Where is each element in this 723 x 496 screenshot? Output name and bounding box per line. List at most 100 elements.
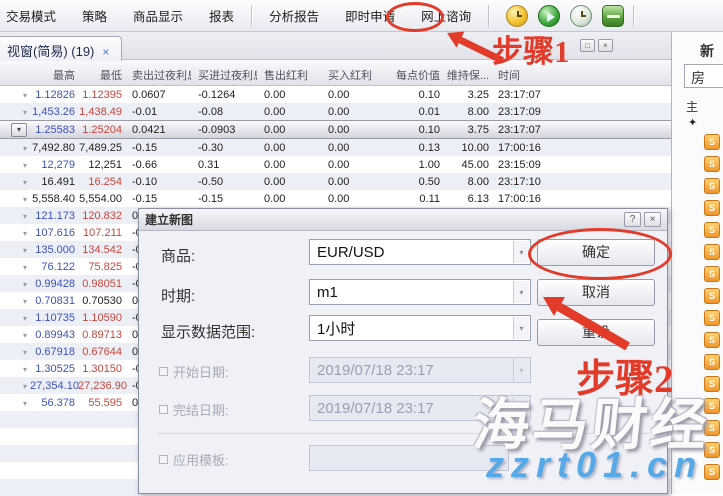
chevron-down-icon[interactable]: ▾: [23, 246, 27, 255]
chevron-down-icon[interactable]: ▾: [23, 399, 27, 408]
table-row[interactable]: ▾1.255831.252040.0421-0.09030.000.000.10…: [0, 120, 671, 139]
chevron-down-icon[interactable]: ▾: [23, 108, 27, 117]
menu-item-1[interactable]: 交易模式: [0, 0, 69, 32]
column-header[interactable]: 最低: [78, 60, 125, 85]
column-header[interactable]: 售出红利: [257, 60, 321, 85]
end-date-checkbox[interactable]: [159, 405, 168, 414]
feed-badge-icon[interactable]: S: [704, 244, 720, 260]
feed-badge-icon[interactable]: S: [704, 442, 720, 458]
table-row[interactable]: ▾5,558.405,554.00-0.15-0.150.000.000.116…: [0, 190, 671, 207]
tab-quote-window[interactable]: 视窗(简易) (19)×: [0, 36, 122, 61]
chevron-down-icon[interactable]: ▾: [513, 317, 529, 339]
feed-badge-icon[interactable]: S: [704, 156, 720, 172]
menu-item-2[interactable]: 策略: [69, 0, 120, 32]
restore-window-button[interactable]: □: [580, 39, 595, 52]
history-clock-icon[interactable]: [570, 5, 592, 27]
side-panel-field[interactable]: 房: [684, 64, 723, 88]
chevron-down-icon[interactable]: ▾: [23, 178, 27, 187]
column-header[interactable]: 买入红利: [321, 60, 387, 85]
feed-badge-icon[interactable]: S: [704, 266, 720, 282]
feed-badge-icon[interactable]: S: [704, 178, 720, 194]
chevron-down-icon[interactable]: ▾: [513, 281, 529, 303]
cell-swap-buy: -0.0903: [191, 124, 257, 136]
chevron-down-icon[interactable]: ▾: [23, 280, 27, 289]
feed-badge-icon[interactable]: S: [704, 134, 720, 150]
chevron-down-icon[interactable]: ▾: [23, 195, 27, 204]
chevron-down-icon[interactable]: ▾: [23, 144, 27, 153]
table-row[interactable]: ▾16.49116.254-0.10-0.500.000.000.508.002…: [0, 173, 671, 190]
table-row[interactable]: ▾7,492.807,489.25-0.15-0.300.000.000.131…: [0, 139, 671, 156]
chevron-down-icon[interactable]: ▾: [23, 161, 27, 170]
printer-icon[interactable]: [602, 5, 624, 27]
column-header[interactable]: 最高: [30, 60, 78, 85]
range-select[interactable]: 1小时 ▾: [309, 315, 531, 341]
step2-circle-annotation: [528, 228, 672, 280]
feed-badge-icon[interactable]: S: [704, 288, 720, 304]
chevron-down-icon[interactable]: ▾: [23, 263, 27, 272]
column-header[interactable]: 卖出过夜利息: [125, 60, 191, 85]
column-header[interactable]: 买进过夜利息: [191, 60, 257, 85]
cell-swap-sell: -0.10: [125, 176, 191, 188]
cell-high: 0.67918: [30, 346, 78, 358]
column-header[interactable]: 每点价值: [387, 60, 443, 85]
close-window-button[interactable]: ×: [598, 39, 613, 52]
row-expander-cell: ▾: [0, 261, 30, 273]
feed-badge-icon[interactable]: S: [704, 376, 720, 392]
template-label: 应用模板:: [173, 450, 229, 469]
table-row[interactable]: ▾12,27912,251-0.660.310.000.001.0045.002…: [0, 156, 671, 173]
cell-high: 1.10735: [30, 312, 78, 324]
chevron-down-icon[interactable]: ▾: [23, 91, 27, 100]
dialog-title: 建立新图: [145, 211, 621, 228]
table-row[interactable]: ▾1.128261.123950.0607-0.12640.000.000.10…: [0, 86, 671, 103]
cell-low: 0.70530: [78, 295, 125, 307]
template-checkbox[interactable]: [159, 455, 168, 464]
start-date-checkbox[interactable]: [159, 367, 168, 376]
chevron-down-icon[interactable]: ▾: [23, 382, 27, 391]
cell-margin: 8.00: [443, 106, 491, 118]
cell-low: 12,251: [78, 159, 125, 171]
cell-low: 134.542: [78, 244, 125, 256]
menu-item-3[interactable]: 商品显示: [120, 0, 196, 32]
feed-badge-icon[interactable]: S: [704, 398, 720, 414]
feed-badge-icon[interactable]: S: [704, 310, 720, 326]
feed-badge-icon[interactable]: S: [704, 332, 720, 348]
period-select[interactable]: m1 ▾: [309, 279, 531, 305]
symbol-select[interactable]: EUR/USD ▾: [309, 239, 531, 265]
period-clock-icon[interactable]: [506, 5, 528, 27]
dialog-close-button[interactable]: ×: [644, 212, 661, 227]
column-header[interactable]: 维持保...: [443, 60, 491, 85]
period-label: 时期:: [161, 285, 195, 306]
chevron-down-icon[interactable]: ▾: [23, 348, 27, 357]
cell-point-value: 0.10: [387, 124, 443, 136]
cursor-arrow-icon: ✦: [688, 116, 697, 129]
chevron-down-icon[interactable]: ▾: [23, 297, 27, 306]
cell-swap-buy: 0.31: [191, 159, 257, 171]
table-row[interactable]: ▾1,453.261,438.49-0.01-0.080.000.000.018…: [0, 103, 671, 120]
cell-high: 107.616: [30, 227, 78, 239]
cell-low: 27,236.90: [78, 380, 125, 392]
menu-item-4[interactable]: 报表: [196, 0, 247, 32]
cell-swap-sell: 0.0607: [125, 89, 191, 101]
play-chart-icon[interactable]: [538, 5, 560, 27]
feed-badge-icon[interactable]: S: [704, 200, 720, 216]
chevron-down-icon[interactable]: ▾: [23, 212, 27, 221]
chevron-down-icon[interactable]: ▾: [23, 229, 27, 238]
tab-close-icon[interactable]: ×: [102, 45, 109, 59]
end-date-label: 完结日期:: [173, 400, 229, 419]
menu-item-5[interactable]: 分析报告: [256, 0, 332, 32]
feed-badge-icon[interactable]: S: [704, 222, 720, 238]
dialog-help-button[interactable]: ?: [624, 212, 641, 227]
feed-badge-icon[interactable]: S: [704, 354, 720, 370]
cell-dividend-buy: 0.00: [321, 106, 387, 118]
chevron-down-icon[interactable]: ▾: [11, 123, 27, 137]
cell-margin: 8.00: [443, 176, 491, 188]
chevron-down-icon[interactable]: ▾: [23, 365, 27, 374]
chevron-down-icon[interactable]: ▾: [23, 331, 27, 340]
chevron-down-icon[interactable]: ▾: [23, 314, 27, 323]
chevron-down-icon[interactable]: ▾: [513, 241, 529, 263]
feed-badge-icon[interactable]: S: [704, 420, 720, 436]
cell-high: 121.173: [30, 210, 78, 222]
cell-high: 1.25583: [30, 124, 78, 136]
chevron-down-icon: ▾: [513, 397, 529, 419]
feed-badge-icon[interactable]: S: [704, 464, 720, 480]
